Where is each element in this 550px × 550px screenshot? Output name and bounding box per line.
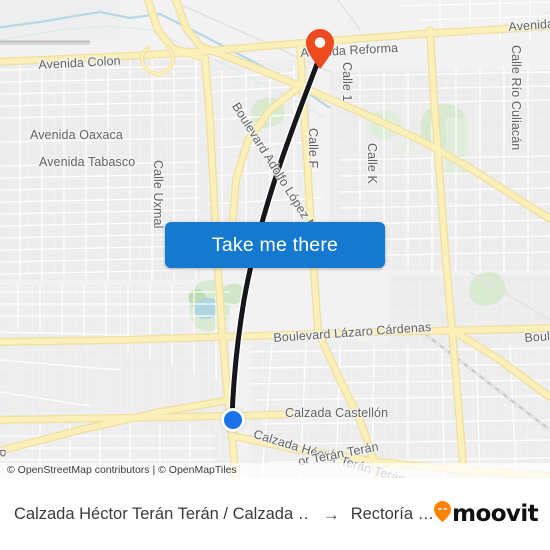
trip-summary-bar: Calzada Héctor Terán Terán / Calzada … →… [0, 478, 550, 550]
map-canvas[interactable]: Avenida Colon Avenida Oaxaca Avenida Tabas… [0, 0, 550, 478]
take-me-there-button[interactable]: Take me there [165, 222, 385, 268]
moovit-pin-icon [434, 501, 452, 527]
destination-pin-icon[interactable] [306, 29, 334, 69]
origin-location-dot[interactable] [221, 408, 245, 432]
trip-origin-label: Calzada Héctor Terán Terán / Calzada … [14, 504, 310, 523]
moovit-wordmark: moovit [452, 500, 538, 527]
trip-destination-label: Rectoría … [350, 504, 435, 523]
map-attribution[interactable]: © OpenStreetMap contributors | © OpenMap… [0, 463, 550, 478]
arrow-right-icon: → [322, 504, 340, 524]
moovit-logo[interactable]: moovit [434, 500, 539, 527]
moovit-trip-screen: Avenida Colon Avenida Oaxaca Avenida Tabas… [0, 0, 550, 550]
